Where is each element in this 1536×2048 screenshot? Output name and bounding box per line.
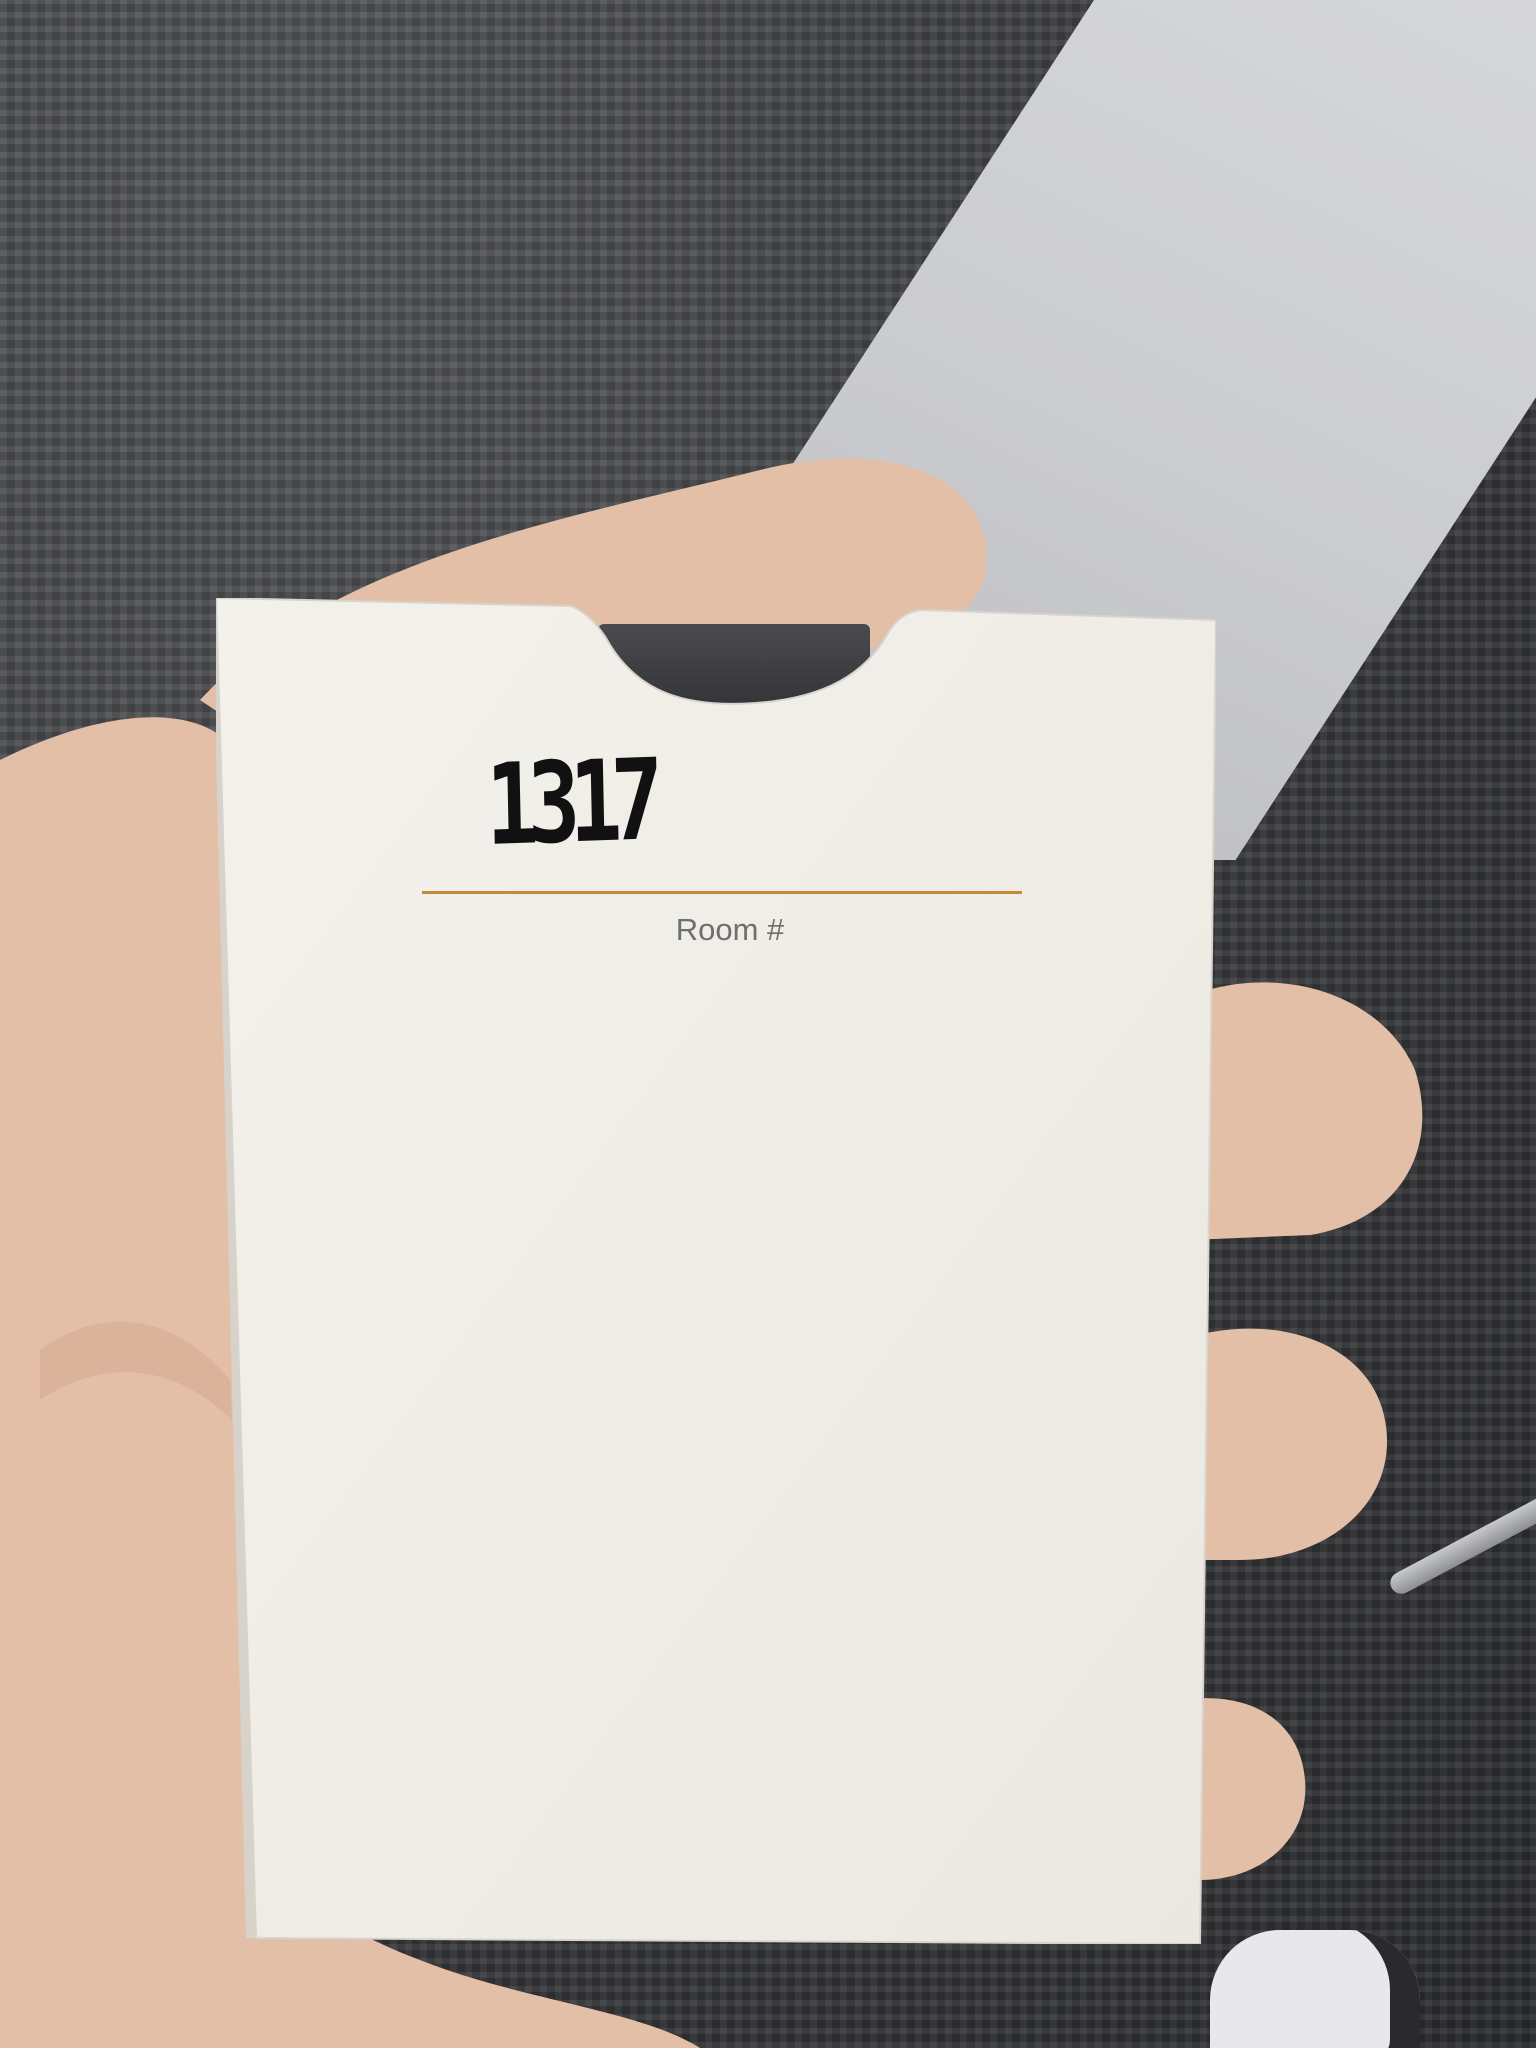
room-label: Room #	[675, 912, 785, 947]
room-number: 1317	[484, 735, 654, 871]
middle-finger	[1180, 982, 1423, 1240]
room-number-underline	[422, 891, 1022, 894]
sleeve-body	[216, 598, 1216, 1944]
key-card-sleeve	[216, 598, 1216, 1944]
